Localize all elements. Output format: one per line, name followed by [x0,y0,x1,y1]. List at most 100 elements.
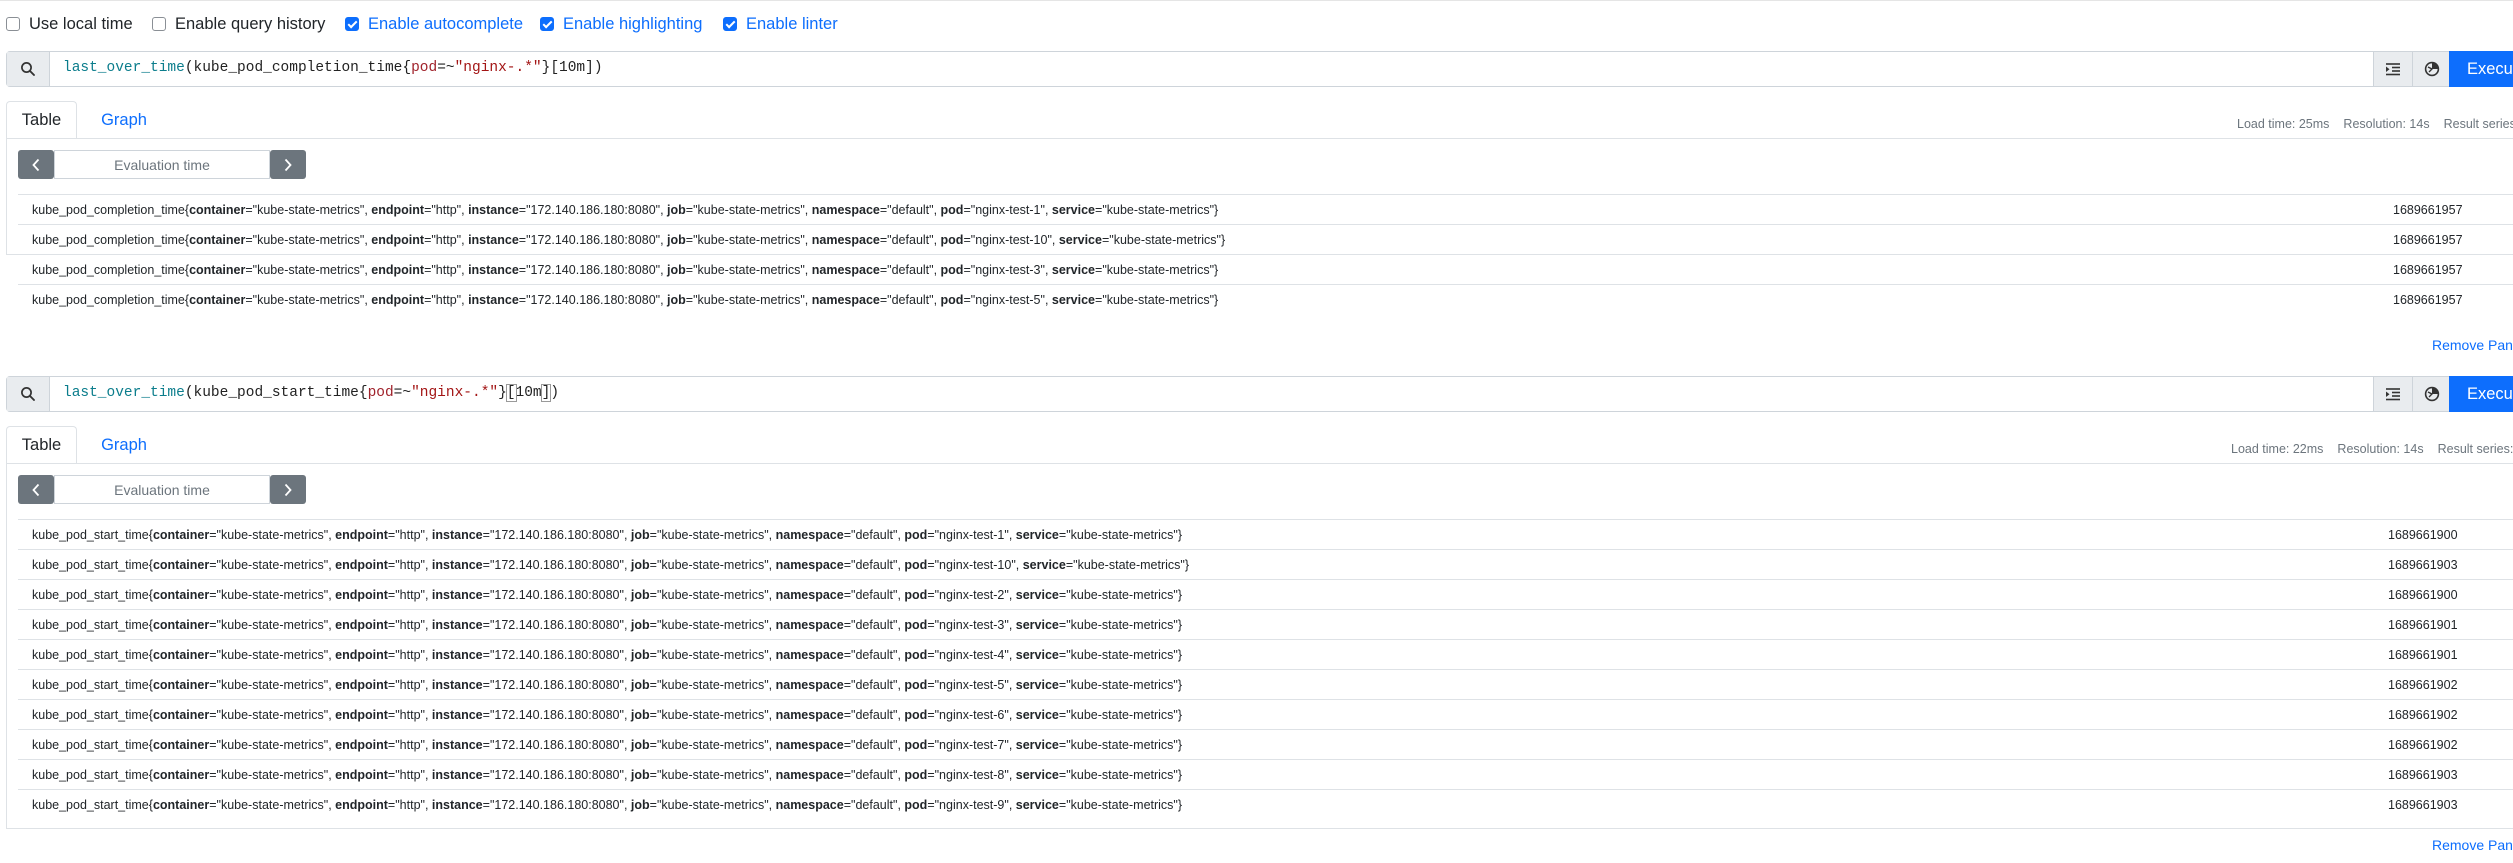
tab-table[interactable]: Table [6,101,77,139]
label-value: "http" [431,203,462,217]
expression-input[interactable]: last_over_time(kube_pod_start_time{pod=~… [63,384,559,402]
enable-linter-checkbox[interactable] [723,17,737,31]
series-label: kube_pod_completion_time{container="kube… [32,233,1225,247]
label-sep: , [1008,678,1016,692]
metrics-explorer-icon[interactable] [2412,52,2451,86]
label-value: "nginx-test-3" [934,618,1009,632]
label-eq: = [843,588,852,602]
label-key: namespace [775,738,844,752]
remove-panel-link[interactable]: Remove Panel [2432,337,2513,353]
label-sep: , [623,618,631,632]
expression-input[interactable]: last_over_time(kube_pod_completion_time{… [63,60,603,76]
execute-button[interactable]: Execute [2449,51,2513,87]
chevron-left-icon[interactable] [18,150,54,179]
label-eq: = [209,528,217,542]
label-brace: } [1177,618,1183,632]
chevron-right-icon[interactable] [270,475,306,504]
metric-name: kube_pod_completion_time [32,263,185,277]
label-eq: = [843,528,852,542]
label-key: service [1051,263,1096,277]
label-eq: = [649,768,657,782]
metric-name: kube_pod_start_time [32,648,149,662]
label-value: "172.140.186.180:8080" [526,233,661,247]
chevron-left-icon[interactable] [18,475,54,504]
enable-highlighting-checkbox[interactable] [540,17,554,31]
tab-graph[interactable]: Graph [84,101,164,139]
label-key: pod [904,708,928,722]
label-sep: , [1008,738,1016,752]
series-label: kube_pod_start_time{container="kube-stat… [32,648,1182,662]
evaluation-time-control: Evaluation time [18,475,306,505]
label-eq: = [209,618,217,632]
series-label: kube_pod_start_time{container="kube-stat… [32,618,1182,632]
label-eq: = [518,203,527,217]
table-row: kube_pod_completion_time{container="kube… [18,254,2513,284]
label-key: job [667,263,686,277]
label-sep: , [804,233,812,247]
metrics-explorer-icon[interactable] [2412,377,2451,411]
query-range-close: ] [585,60,594,76]
enable-autocomplete-option[interactable]: Enable autocomplete [345,13,523,35]
label-value: "default" [851,588,898,602]
label-value: "kube-state-metrics" [216,528,329,542]
tab-table[interactable]: Table [6,426,77,464]
format-indent-icon[interactable] [2373,52,2412,86]
format-indent-icon[interactable] [2373,377,2412,411]
label-value: "kube-state-metrics" [1066,618,1178,632]
label-value: "nginx-test-3" [970,263,1045,277]
chevron-right-icon[interactable] [270,150,306,179]
label-value: "http" [431,233,462,247]
label-value: "172.140.186.180:8080" [526,203,661,217]
label-sep: , [623,648,631,662]
label-key: endpoint [371,293,425,307]
remove-panel-link[interactable]: Remove Panel [2432,837,2513,853]
label-eq: = [518,233,527,247]
label-value: "default" [851,528,898,542]
label-sep: , [424,708,432,722]
label-eq: = [518,293,527,307]
query-metric: kube_pod_start_time [193,385,359,401]
sample-value: 1689661900 [2388,528,2458,542]
enable-linter-option[interactable]: Enable linter [723,13,838,35]
label-sep: , [623,588,631,602]
query-function: last_over_time [63,60,185,76]
enable-query-history-option[interactable]: Enable query history [152,13,325,35]
label-key: instance [431,618,483,632]
series-label: kube_pod_start_time{container="kube-stat… [32,798,1182,812]
label-value: "kube-state-metrics" [693,263,805,277]
query-paren-close: ) [593,60,603,76]
use-local-time-option[interactable]: Use local time [6,13,133,35]
label-eq: = [209,558,217,572]
label-sep: , [623,558,631,572]
label-value: "nginx-test-10" [970,233,1052,247]
evaluation-time-input[interactable]: Evaluation time [54,150,270,179]
label-brace: } [1177,768,1183,782]
label-eq: = [209,648,217,662]
evaluation-time-input[interactable]: Evaluation time [54,475,270,504]
label-value: "kube-state-metrics" [252,293,365,307]
label-key: service [1015,678,1059,692]
query-range: 10m [559,60,586,76]
label-sep: , [1008,618,1016,632]
label-value: "nginx-test-4" [934,648,1009,662]
execute-button[interactable]: Execute [2449,376,2513,412]
label-key: endpoint [335,558,388,572]
label-key: service [1015,528,1059,542]
label-value: "kube-state-metrics" [216,768,329,782]
enable-query-history-label: Enable query history [175,14,326,33]
label-sep: , [768,768,776,782]
use-local-time-checkbox[interactable] [6,17,20,31]
label-sep: , [660,233,668,247]
label-key: pod [904,588,928,602]
label-value: "kube-state-metrics" [216,588,329,602]
enable-query-history-checkbox[interactable] [152,17,166,31]
tab-graph[interactable]: Graph [84,426,164,464]
enable-highlighting-option[interactable]: Enable highlighting [540,13,702,35]
label-value: "kube-state-metrics" [252,203,365,217]
label-value: "default" [887,203,934,217]
label-value: "172.140.186.180:8080" [489,708,624,722]
enable-autocomplete-checkbox[interactable] [345,17,359,31]
label-value: "default" [851,558,898,572]
label-key: instance [431,558,483,572]
label-key: container [152,738,210,752]
